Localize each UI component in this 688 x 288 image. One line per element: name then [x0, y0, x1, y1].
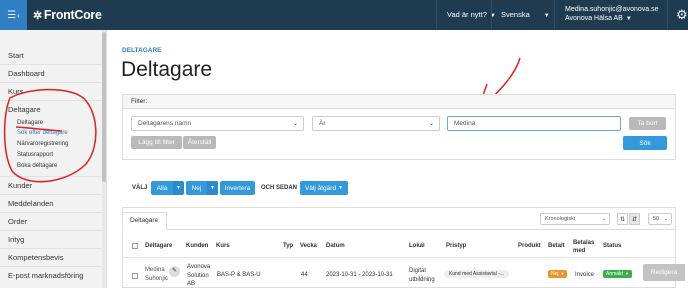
select-none-button[interactable]: Nej — [186, 181, 207, 195]
column-header-lokal[interactable]: Lokal — [409, 243, 425, 249]
sort-desc-icon[interactable]: ⇵ — [629, 213, 640, 225]
select-all-dropdown[interactable]: ▼ — [173, 181, 184, 195]
course-name[interactable]: BAS-P & BAS-U — [217, 272, 261, 278]
participant-first-name[interactable]: Medina — [145, 267, 165, 273]
invert-button[interactable]: Invertera — [220, 181, 255, 195]
choose-action-button[interactable]: Välj åtgärd ▼ — [300, 181, 348, 195]
tab-deltagare[interactable]: Deltagare — [122, 212, 167, 230]
sort-asc-icon[interactable]: ⇅ — [617, 213, 628, 225]
select-none-dropdown[interactable]: ▼ — [207, 181, 218, 195]
column-header-deltagare[interactable]: Deltagare — [145, 243, 172, 249]
customer-name[interactable]: Avonova Solution AB — [187, 263, 215, 288]
caret-down-icon: ▼ — [338, 185, 344, 191]
column-header-status[interactable]: Status — [603, 243, 621, 249]
column-header-vecka[interactable]: Vecka — [300, 243, 317, 249]
divider — [123, 257, 675, 258]
chevron-down-icon: ⌄ — [601, 216, 606, 222]
filter-field-select[interactable]: Deltagarens namn ⌄ — [131, 116, 304, 131]
edit-participant-icon[interactable]: ✎ — [169, 266, 180, 277]
column-header-kurs[interactable]: Kurs — [216, 243, 230, 249]
column-header-pristyp[interactable]: Pristyp — [446, 243, 466, 249]
filter-operator-select[interactable]: Är ⌄ — [312, 116, 440, 131]
page-size-select[interactable]: 50 ⌄ — [648, 213, 672, 225]
column-header-kunden[interactable]: Kunden — [186, 243, 208, 249]
chevron-down-icon: ⌄ — [663, 216, 668, 222]
page-title: Deltagare — [121, 58, 213, 81]
edit-button[interactable]: Redigera — [643, 264, 685, 281]
column-header-typ[interactable]: Typ — [283, 243, 293, 249]
select-all-button[interactable]: Alla — [151, 181, 173, 195]
course-location: Digital utbildning — [409, 268, 435, 283]
sort-select[interactable]: Kronologiskt ⌄ — [540, 213, 610, 225]
column-header-betalas-med[interactable]: Betalas med — [573, 239, 595, 255]
column-header-produkt[interactable]: Produkt — [518, 243, 541, 249]
caret-down-icon: ▼ — [624, 271, 629, 276]
remove-filter-button[interactable]: Ta bort — [629, 117, 666, 130]
then-label: OCH SEDAN — [261, 185, 298, 191]
search-button[interactable]: Sök — [623, 136, 667, 150]
payment-method: Invoice — [575, 272, 595, 278]
row-checkbox[interactable] — [132, 273, 138, 279]
add-filter-button[interactable]: Lägg till filter — [131, 136, 182, 149]
registration-status-badge[interactable]: Anmäld ▼ — [603, 270, 632, 278]
choose-label: VÄLJ — [132, 185, 148, 191]
chevron-down-icon: ⌄ — [292, 121, 298, 127]
paid-status-badge[interactable]: Nej ▼ — [548, 270, 568, 278]
column-header-betalt[interactable]: Betalt — [548, 243, 565, 249]
divider — [122, 229, 676, 230]
column-header-datum[interactable]: Datum — [326, 243, 345, 249]
week-number: 44 — [301, 272, 308, 278]
participant-last-name[interactable]: Suhonjic — [145, 276, 168, 282]
filter-value-input[interactable]: Medina — [447, 116, 621, 131]
select-all-checkbox[interactable] — [132, 243, 138, 249]
course-date: 2023-10-31 - 2023-10-31 — [326, 272, 393, 278]
filter-heading: Filter: — [123, 95, 675, 109]
breadcrumb[interactable]: DELTAGARE — [122, 47, 161, 54]
chevron-down-icon: ⌄ — [428, 121, 434, 127]
caret-down-icon: ▼ — [560, 271, 565, 276]
reset-button[interactable]: Återställ — [183, 136, 216, 149]
price-type-chip[interactable]: Kund med Assistavtal -... — [444, 270, 510, 278]
